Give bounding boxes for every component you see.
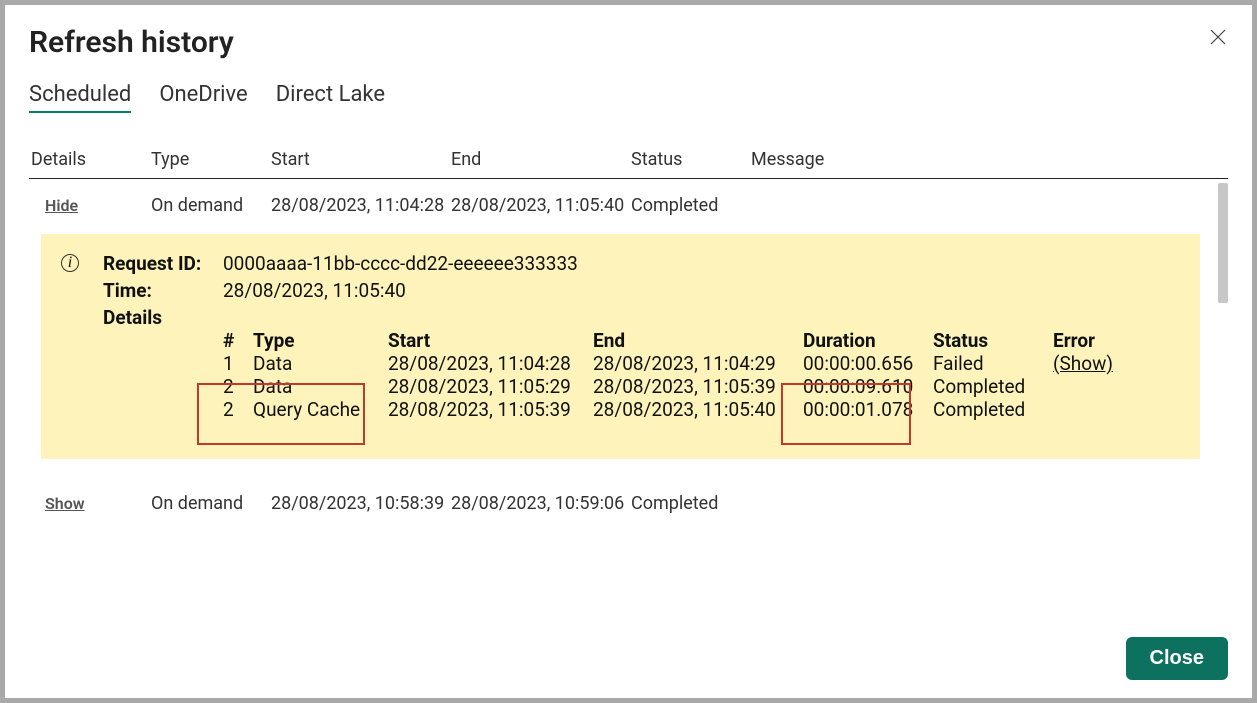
time-label: Time: (103, 279, 223, 302)
dr-type: Query Cache (253, 398, 388, 421)
dr-type: Data (253, 352, 388, 375)
details-label: Details (103, 306, 223, 329)
dr-num: 1 (223, 352, 253, 375)
tab-direct-lake[interactable]: Direct Lake (276, 82, 385, 113)
row-message (751, 493, 1228, 514)
col-start: Start (271, 149, 451, 170)
show-details-link[interactable]: Show (31, 494, 85, 513)
row-start: 28/08/2023, 10:58:39 (271, 493, 451, 514)
history-table-header: Details Type Start End Status Message (29, 149, 1228, 179)
row-end: 28/08/2023, 11:05:40 (451, 195, 631, 216)
info-icon: i (61, 254, 79, 272)
dr-start: 28/08/2023, 11:05:39 (388, 398, 593, 421)
dialog-footer: Close (29, 637, 1228, 680)
request-id-label: Request ID: (103, 252, 223, 275)
row-status: Completed (631, 195, 751, 216)
dr-dur: 00:00:00.656 (803, 352, 933, 375)
expanded-details-panel: i Request ID:0000aaaa-11bb-cccc-dd22-eee… (41, 234, 1200, 459)
row-message (751, 195, 1228, 216)
history-scroll-area: Hide On demand 28/08/2023, 11:04:28 28/0… (29, 179, 1228, 637)
dr-stat: Failed (933, 352, 1053, 375)
row-end: 28/08/2023, 10:59:06 (451, 493, 631, 514)
dr-dur: 00:00:01.078 (803, 398, 933, 421)
time-value: 28/08/2023, 11:05:40 (223, 279, 406, 302)
scrollbar-thumb[interactable] (1218, 183, 1228, 303)
request-id-value: 0000aaaa-11bb-cccc-dd22-eeeeee333333 (223, 252, 578, 275)
col-type: Type (151, 149, 271, 170)
history-row: Show On demand 28/08/2023, 10:58:39 28/0… (29, 477, 1228, 518)
dcol-start: Start (388, 329, 593, 352)
dr-end: 28/08/2023, 11:04:29 (593, 352, 803, 375)
col-status: Status (631, 149, 751, 170)
dr-start: 28/08/2023, 11:05:29 (388, 375, 593, 398)
tab-bar: Scheduled OneDrive Direct Lake (29, 82, 1228, 113)
dialog-title: Refresh history (29, 25, 234, 60)
detail-row: 1 Data 28/08/2023, 11:04:28 28/08/2023, … (223, 352, 1178, 375)
row-type: On demand (151, 493, 271, 514)
dr-num: 2 (223, 375, 253, 398)
dcol-num: # (223, 329, 253, 352)
detail-table-header: # Type Start End Duration Status Error (223, 329, 1178, 352)
dr-start: 28/08/2023, 11:04:28 (388, 352, 593, 375)
dr-dur: 00:00:09.610 (803, 375, 933, 398)
dcol-duration: Duration (803, 329, 933, 352)
col-end: End (451, 149, 631, 170)
error-show-link[interactable]: (Show) (1053, 352, 1113, 375)
col-details: Details (29, 149, 151, 170)
dr-num: 2 (223, 398, 253, 421)
dcol-error: Error (1053, 329, 1133, 352)
row-type: On demand (151, 195, 271, 216)
close-icon[interactable] (1208, 25, 1228, 53)
dr-err (1053, 398, 1133, 421)
dcol-status: Status (933, 329, 1053, 352)
refresh-history-dialog: Refresh history Scheduled OneDrive Direc… (5, 5, 1252, 698)
history-row: Hide On demand 28/08/2023, 11:04:28 28/0… (29, 179, 1228, 220)
dr-end: 28/08/2023, 11:05:39 (593, 375, 803, 398)
dcol-end: End (593, 329, 803, 352)
row-status: Completed (631, 493, 751, 514)
dialog-header: Refresh history (29, 25, 1228, 82)
row-start: 28/08/2023, 11:04:28 (271, 195, 451, 216)
dr-stat: Completed (933, 375, 1053, 398)
dr-stat: Completed (933, 398, 1053, 421)
dr-type: Data (253, 375, 388, 398)
detail-row: 2 Query Cache 28/08/2023, 11:05:39 28/08… (223, 398, 1178, 421)
tab-onedrive[interactable]: OneDrive (159, 82, 247, 113)
tab-scheduled[interactable]: Scheduled (29, 82, 131, 113)
close-button[interactable]: Close (1126, 637, 1228, 680)
detail-row: 2 Data 28/08/2023, 11:05:29 28/08/2023, … (223, 375, 1178, 398)
dr-err (1053, 375, 1133, 398)
hide-details-link[interactable]: Hide (31, 196, 78, 215)
dr-end: 28/08/2023, 11:05:40 (593, 398, 803, 421)
dcol-type: Type (253, 329, 388, 352)
col-message: Message (751, 149, 1228, 170)
